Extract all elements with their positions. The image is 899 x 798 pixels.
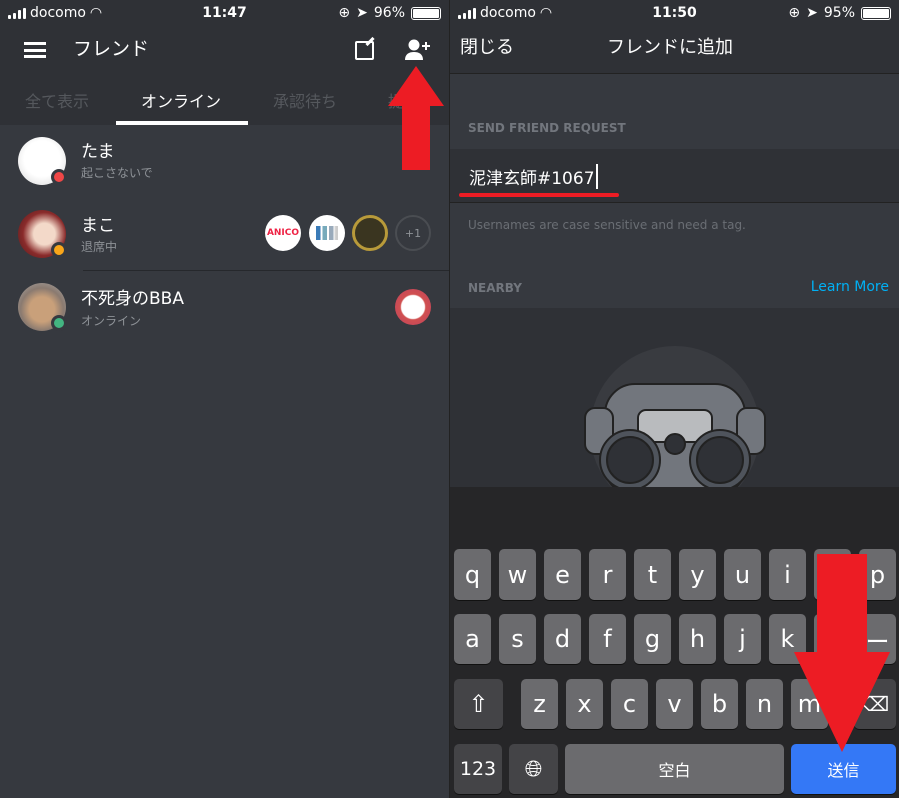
annotation-arrow-up	[388, 66, 444, 170]
game-icon	[352, 215, 388, 251]
section-label: SEND FRIEND REQUEST	[468, 121, 626, 135]
tab-all[interactable]: 全て表示	[25, 88, 89, 112]
key-n[interactable]: n	[746, 679, 783, 729]
globe-icon: 🌐︎	[524, 756, 543, 782]
page-title: フレンドに追加	[607, 37, 733, 58]
key-r[interactable]: r	[589, 549, 626, 600]
key-c[interactable]: c	[611, 679, 648, 729]
binoculars-illustration	[584, 346, 766, 488]
nearby-area	[450, 308, 899, 488]
signal-icon	[458, 7, 476, 19]
key-u[interactable]: u	[724, 549, 761, 600]
game-icon: ANICO	[265, 215, 301, 251]
key-j[interactable]: j	[724, 614, 761, 664]
key-s[interactable]: s	[499, 614, 536, 664]
rotation-lock-icon: ⊕	[338, 5, 351, 21]
wifi-icon: ◠	[89, 5, 103, 21]
add-friend-screen: docomo ◠ 11:50 ⊕ ➤ 95% 閉じる フレンドに追加 SEND FRI…	[449, 0, 899, 798]
key-t[interactable]: t	[634, 549, 671, 600]
shift-key[interactable]: ⇧	[454, 679, 503, 729]
username-input[interactable]: 泥津玄師#1067	[450, 149, 899, 203]
username-input-value: 泥津玄師#1067	[469, 164, 598, 189]
tab-bar: 全て表示 オンライン 承認待ち 提	[0, 74, 449, 125]
key-y[interactable]: y	[679, 549, 716, 600]
close-button[interactable]: 閉じる	[460, 33, 514, 59]
game-icon	[309, 215, 345, 251]
key-x[interactable]: x	[566, 679, 603, 729]
annotation-arrow-down	[794, 554, 890, 752]
hint-text: Usernames are case sensitive and need a …	[468, 218, 746, 232]
friend-row[interactable]: たま 起こさないで	[0, 125, 449, 199]
game-icon	[395, 289, 431, 325]
learn-more-link[interactable]: Learn More	[811, 279, 889, 295]
carrier: docomo	[30, 5, 86, 21]
key-d[interactable]: d	[544, 614, 581, 664]
space-key[interactable]: 空白	[565, 744, 784, 794]
rotation-lock-icon: ⊕	[788, 5, 801, 21]
status-dnd-icon	[51, 169, 67, 185]
numbers-key[interactable]: 123	[454, 744, 502, 794]
key-w[interactable]: w	[499, 549, 536, 600]
key-g[interactable]: g	[634, 614, 671, 664]
key-z[interactable]: z	[521, 679, 558, 729]
more-games-count: +1	[395, 215, 431, 251]
friend-name: 不死身のBBA	[81, 289, 184, 309]
friend-name: たま	[81, 142, 115, 162]
status-idle-icon	[51, 242, 67, 258]
divider	[83, 270, 449, 271]
carrier: docomo	[480, 5, 536, 21]
page-title: フレンド	[73, 38, 150, 60]
key-v[interactable]: v	[656, 679, 693, 729]
key-a[interactable]: a	[454, 614, 491, 664]
key-q[interactable]: q	[454, 549, 491, 600]
add-friend-icon[interactable]	[404, 38, 432, 62]
header: 閉じる フレンドに追加	[450, 26, 899, 74]
friend-status: 起こさないで	[81, 166, 153, 180]
key-f[interactable]: f	[589, 614, 626, 664]
status-bar: docomo ◠ 11:50 ⊕ ➤ 95%	[450, 0, 899, 26]
battery-percent: 96%	[373, 5, 405, 21]
signal-icon	[8, 7, 26, 19]
section-label: NEARBY	[468, 281, 522, 295]
status-bar: docomo ◠ 11:47 ⊕ ➤ 96%	[0, 0, 449, 26]
friends-screen: docomo ◠ 11:47 ⊕ ➤ 96% フレンド 全て表示 オンライン 承認待ち…	[0, 0, 449, 798]
key-h[interactable]: h	[679, 614, 716, 664]
battery-percent: 95%	[823, 5, 855, 21]
globe-key[interactable]: 🌐︎	[509, 744, 558, 794]
battery-icon	[411, 6, 441, 20]
wifi-icon: ◠	[539, 5, 553, 21]
key-e[interactable]: e	[544, 549, 581, 600]
header: フレンド	[0, 26, 449, 74]
friend-status: 退席中	[81, 240, 118, 254]
location-icon: ➤	[356, 5, 368, 21]
key-b[interactable]: b	[701, 679, 738, 729]
friend-status: オンライン	[81, 314, 142, 328]
location-icon: ➤	[806, 5, 818, 21]
compose-icon[interactable]	[355, 36, 375, 60]
shift-icon: ⇧	[468, 690, 489, 718]
friend-name: まこ	[81, 216, 115, 236]
hamburger-icon[interactable]	[24, 42, 46, 58]
status-online-icon	[51, 315, 67, 331]
tab-pending[interactable]: 承認待ち	[273, 88, 337, 112]
annotation-underline	[459, 193, 619, 197]
battery-icon	[861, 6, 891, 20]
friend-row[interactable]: 不死身のBBA オンライン	[0, 273, 449, 347]
tab-online[interactable]: オンライン	[141, 88, 221, 112]
